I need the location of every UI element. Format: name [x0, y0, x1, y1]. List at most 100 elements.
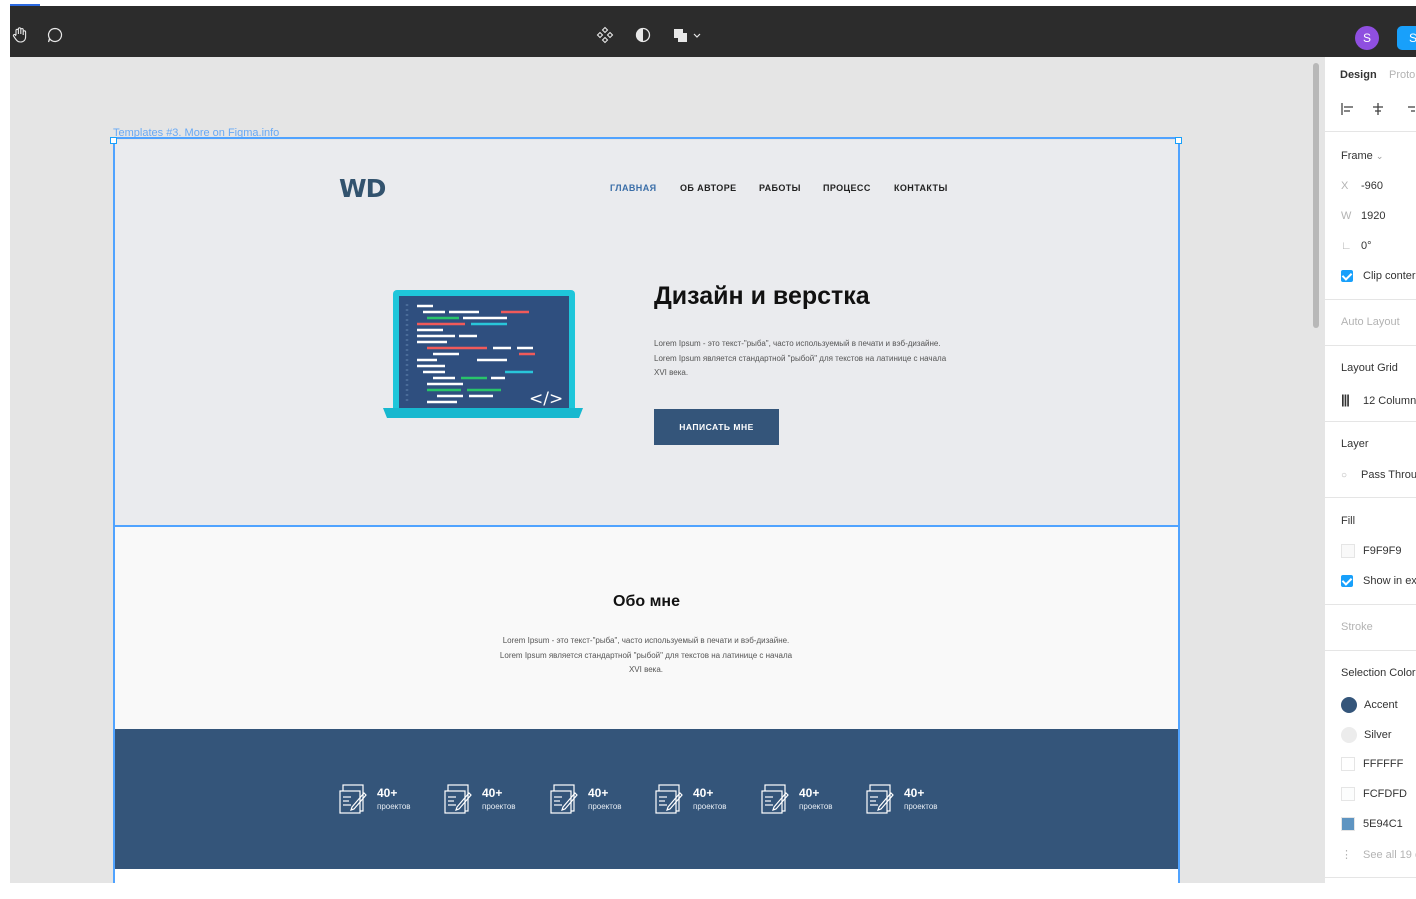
color-name: Accent — [1364, 698, 1398, 711]
fill-row[interactable]: F9F9F9 — [1341, 544, 1402, 558]
nav-about[interactable]: ОБ АВТОРЕ — [680, 183, 737, 193]
contact-button[interactable]: НАПИСАТЬ МНЕ — [654, 409, 779, 445]
nav-contacts[interactable]: КОНТАКТЫ — [894, 183, 948, 193]
see-all-label: See all 19 c — [1363, 849, 1416, 861]
panel-divider — [1325, 421, 1416, 422]
layout-grid-header[interactable]: Layout Grid — [1341, 362, 1398, 374]
panel-divider — [1325, 877, 1416, 878]
clip-content-checkbox[interactable]: Clip conter — [1341, 270, 1416, 283]
selection-color-row[interactable]: Accent — [1341, 697, 1398, 713]
stat-item[interactable]: 40+ проектов — [338, 781, 438, 817]
about-title[interactable]: Обо мне — [113, 593, 1180, 611]
blend-mode-value[interactable]: Pass Throu — [1361, 469, 1416, 481]
show-in-export-label: Show in ex — [1363, 575, 1416, 587]
color-swatch[interactable] — [1341, 697, 1357, 713]
component-icon[interactable] — [595, 25, 615, 45]
clip-content-label: Clip conter — [1363, 270, 1416, 282]
fill-swatch[interactable] — [1341, 544, 1355, 558]
bottom-edge — [10, 883, 1416, 899]
stat-item[interactable]: 40+ проектов — [865, 781, 965, 817]
columns-grid-icon[interactable]: ||| — [1341, 392, 1363, 407]
canvas-scrollbar[interactable] — [1313, 63, 1319, 328]
stat-item[interactable]: 40+ проектов — [549, 781, 649, 817]
color-name: 5E94C1 — [1363, 817, 1403, 830]
w-label: W — [1341, 210, 1352, 222]
color-swatch[interactable] — [1341, 757, 1355, 771]
rotation-value[interactable]: 0° — [1361, 240, 1372, 252]
stroke-header[interactable]: Stroke — [1341, 621, 1373, 633]
more-icon: ⋮ — [1341, 849, 1352, 861]
code-tag-text: </> — [529, 389, 563, 409]
resize-handle-top-left[interactable] — [110, 137, 117, 144]
resize-handle-top-right[interactable] — [1175, 137, 1182, 144]
checkbox-checked-icon[interactable] — [1341, 575, 1353, 588]
stats-section: 40+ проектов 40+ проектов 40+ проектов 40+ прое… — [113, 729, 1180, 869]
color-swatch[interactable] — [1341, 817, 1355, 831]
width-field[interactable]: W 1920 — [1341, 210, 1385, 222]
grid-value: 12 Columns — [1363, 395, 1416, 407]
comment-icon[interactable] — [45, 25, 65, 45]
stat-label: проектов — [799, 802, 833, 811]
alignment-tools — [1341, 101, 1416, 117]
hero-section: WD ГЛАВНАЯ ОБ АВТОРЕ РАБОТЫ ПРОЦЕСС КОНТ… — [113, 140, 1180, 527]
frame-label[interactable]: Templates #3. More on Figma.info — [113, 127, 279, 139]
show-in-export-checkbox[interactable]: Show in ex — [1341, 575, 1416, 588]
grid-row[interactable]: ||| 12 Columns — [1341, 392, 1416, 407]
design-panel: Design Proto Frame ⌄ X -960 W 1920 ∟ 0° Cli… — [1324, 57, 1416, 883]
stat-item[interactable]: 40+ проектов — [654, 781, 754, 817]
left-edge — [0, 0, 10, 899]
blend-mode-icon: ○ — [1341, 470, 1348, 481]
color-name: Silver — [1364, 728, 1392, 741]
chevron-down-icon[interactable]: ⌄ — [1376, 151, 1384, 161]
document-edit-icon — [761, 784, 789, 814]
nav-works[interactable]: РАБОТЫ — [759, 183, 801, 193]
blend-mode-row[interactable]: ○ Pass Throu — [1341, 469, 1416, 481]
hero-text[interactable]: Lorem Ipsum - это текст-"рыба", часто ис… — [654, 337, 954, 381]
tab-prototype[interactable]: Proto — [1389, 69, 1415, 81]
canvas[interactable]: Templates #3. More on Figma.info WD ГЛАВ… — [10, 57, 1324, 883]
user-avatar[interactable]: S — [1355, 26, 1379, 50]
document-edit-icon — [655, 784, 683, 814]
boolean-ops-icon[interactable] — [672, 25, 706, 45]
selection-color-row[interactable]: FFFFFF — [1341, 757, 1403, 771]
auto-layout-header[interactable]: Auto Layout — [1341, 316, 1400, 328]
frame-outline-right — [1178, 527, 1180, 883]
selection-color-row[interactable]: 5E94C1 — [1341, 817, 1403, 831]
see-all-colors-link[interactable]: ⋮ See all 19 c — [1341, 848, 1416, 861]
frame-header-label: Frame — [1341, 150, 1373, 162]
fill-value[interactable]: F9F9F9 — [1363, 545, 1402, 557]
checkbox-checked-icon[interactable] — [1341, 270, 1353, 283]
hand-tool-icon[interactable] — [10, 25, 30, 45]
x-field[interactable]: X -960 — [1341, 180, 1383, 192]
color-swatch[interactable] — [1341, 727, 1357, 743]
color-swatch[interactable] — [1341, 787, 1355, 801]
stat-number: 40+ — [482, 786, 503, 800]
stat-label: проектов — [482, 802, 516, 811]
x-value[interactable]: -960 — [1361, 180, 1383, 192]
frame-outline-left — [113, 527, 115, 883]
w-value[interactable]: 1920 — [1361, 210, 1385, 222]
stat-label: проектов — [693, 802, 727, 811]
rotation-icon: ∟ — [1341, 240, 1352, 252]
rotation-field[interactable]: ∟ 0° — [1341, 240, 1372, 252]
frame-header[interactable]: Frame ⌄ — [1341, 150, 1383, 162]
selection-color-row[interactable]: FCFDFD — [1341, 787, 1407, 801]
hero-title[interactable]: Дизайн и верстка — [654, 282, 870, 311]
share-button[interactable]: S — [1397, 26, 1416, 50]
selection-color-row[interactable]: Silver — [1341, 727, 1392, 743]
document-edit-icon — [444, 784, 472, 814]
stat-item[interactable]: 40+ проектов — [443, 781, 543, 817]
stat-number: 40+ — [693, 786, 714, 800]
tab-design[interactable]: Design — [1340, 69, 1377, 81]
color-name: FFFFFF — [1363, 757, 1404, 770]
stat-item[interactable]: 40+ проектов — [760, 781, 860, 817]
contrast-icon[interactable] — [633, 25, 653, 45]
nav-process[interactable]: ПРОЦЕСС — [823, 183, 871, 193]
stat-number: 40+ — [799, 786, 820, 800]
about-text[interactable]: Lorem Ipsum - это текст-"рыба", часто ис… — [496, 634, 796, 678]
stat-label: проектов — [588, 802, 622, 811]
website-frame[interactable]: WD ГЛАВНАЯ ОБ АВТОРЕ РАБОТЫ ПРОЦЕСС КОНТ… — [113, 140, 1180, 883]
site-logo[interactable]: WD — [339, 174, 386, 203]
nav-home[interactable]: ГЛАВНАЯ — [610, 183, 656, 193]
stat-label: проектов — [904, 802, 938, 811]
